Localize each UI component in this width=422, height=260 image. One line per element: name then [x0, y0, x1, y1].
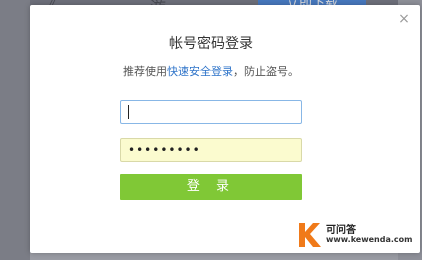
login-button[interactable]: 登 录 [120, 174, 302, 200]
dialog-subtitle: 推荐使用快速安全登录，防止盗号。 [30, 63, 392, 79]
watermark-logo-icon [299, 223, 321, 247]
subtitle-suffix: ，防止盗号。 [233, 65, 299, 78]
close-icon[interactable]: × [396, 11, 412, 27]
watermark: 可问答 www.kewenda.com [296, 221, 420, 251]
password-input[interactable]: ••••••••• [120, 138, 302, 162]
dialog-title: 帐号密码登录 [169, 36, 253, 52]
password-mask: ••••••••• [128, 143, 201, 157]
text-caret [128, 105, 129, 119]
login-dialog: × 帐号密码登录 推荐使用快速安全登录，防止盗号。 ••••••••• 登 录 [30, 5, 420, 253]
quick-login-link[interactable]: 快速安全登录 [167, 65, 233, 78]
watermark-url: www.kewenda.com [326, 235, 413, 244]
backdrop-left-strip [0, 0, 30, 260]
subtitle-prefix: 推荐使用 [123, 65, 167, 78]
username-input[interactable] [120, 100, 302, 124]
watermark-name: 可问答 [326, 225, 356, 236]
